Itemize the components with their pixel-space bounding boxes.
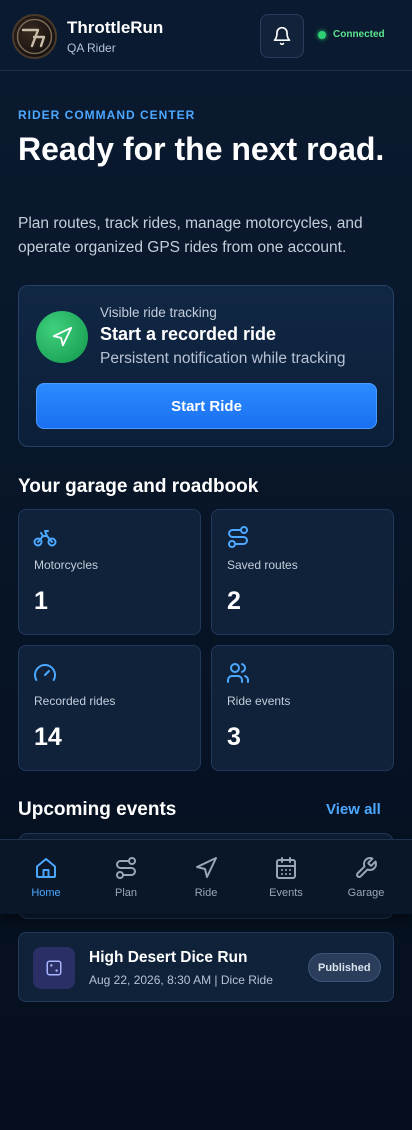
event-card[interactable]: High Desert Dice Run Aug 22, 2026, 8:30 … <box>18 932 394 1002</box>
stat-card-ride-events[interactable]: Ride events 3 <box>211 645 394 771</box>
stat-value: 14 <box>34 723 62 751</box>
bell-icon <box>273 26 291 46</box>
nav-label: Plan <box>114 887 138 899</box>
hero-description: Plan routes, track rides, manage motorcy… <box>18 215 363 256</box>
nav-item-plan[interactable]: Plan <box>85 840 167 915</box>
calendar-icon <box>276 857 296 879</box>
stat-label: Saved routes <box>227 558 298 572</box>
users-icon <box>227 663 249 683</box>
events-section-title: Upcoming events <box>18 799 177 820</box>
nav-label: Ride <box>194 887 218 899</box>
nav-item-home[interactable]: Home <box>5 840 87 915</box>
dice-icon <box>46 960 62 976</box>
ride-card-kicker: Visible ride tracking <box>100 305 217 320</box>
event-icon-tile <box>33 947 75 989</box>
wrench-icon <box>356 857 377 878</box>
stat-label: Ride events <box>227 694 291 708</box>
connection-status: Connected <box>318 29 385 40</box>
event-status-badge: Published <box>308 953 381 982</box>
app-header: ThrottleRun QA Rider Connected <box>0 0 412 71</box>
garage-section-title: Your garage and roadbook <box>18 476 259 497</box>
navigation-icon <box>52 326 73 347</box>
motorcycle-icon <box>33 530 57 547</box>
status-dot-icon <box>318 30 326 39</box>
stat-label: Recorded rides <box>34 694 116 708</box>
user-role: QA Rider <box>67 41 116 55</box>
stat-label: Motorcycles <box>34 558 99 572</box>
brand-name: ThrottleRun <box>67 18 164 37</box>
route-icon <box>116 857 136 879</box>
ride-card-title: Start a recorded ride <box>100 324 277 344</box>
start-ride-button[interactable]: Start Ride <box>36 383 377 429</box>
stat-card-recorded-rides[interactable]: Recorded rides 14 <box>18 645 201 771</box>
stat-card-motorcycles[interactable]: Motorcycles 1 <box>18 509 201 635</box>
event-meta: Aug 22, 2026, 8:30 AM | Dice Ride <box>89 973 273 987</box>
view-all-events-link[interactable]: View all <box>326 801 381 818</box>
ride-start-icon <box>36 311 88 363</box>
ride-tracking-card: Visible ride tracking Start a recorded r… <box>18 285 394 447</box>
notifications-button[interactable] <box>260 14 304 58</box>
gauge-icon <box>34 664 56 681</box>
nav-item-garage[interactable]: Garage <box>325 840 407 915</box>
stat-card-saved-routes[interactable]: Saved routes 2 <box>211 509 394 635</box>
app-logo[interactable] <box>12 14 57 59</box>
nav-item-ride[interactable]: Ride <box>165 840 247 915</box>
stat-value: 3 <box>227 723 241 751</box>
hero-title: Ready for the next road. <box>18 131 385 167</box>
stat-value: 1 <box>34 587 48 615</box>
nav-label: Events <box>269 887 303 899</box>
nav-label: Garage <box>347 887 385 899</box>
nav-label: Home <box>31 887 61 899</box>
navigation-icon <box>196 857 217 878</box>
home-icon <box>36 858 56 878</box>
route-icon <box>228 526 248 548</box>
hero-eyebrow: RIDER COMMAND CENTER <box>18 108 196 122</box>
ride-card-subtitle: Persistent notification while tracking <box>100 350 346 367</box>
nav-item-events[interactable]: Events <box>245 840 327 915</box>
connection-status-label: Connected <box>333 29 385 40</box>
stat-value: 2 <box>227 587 241 615</box>
event-title: High Desert Dice Run <box>89 949 248 966</box>
bottom-navigation: Home Plan Ride Events Garage <box>0 839 412 914</box>
